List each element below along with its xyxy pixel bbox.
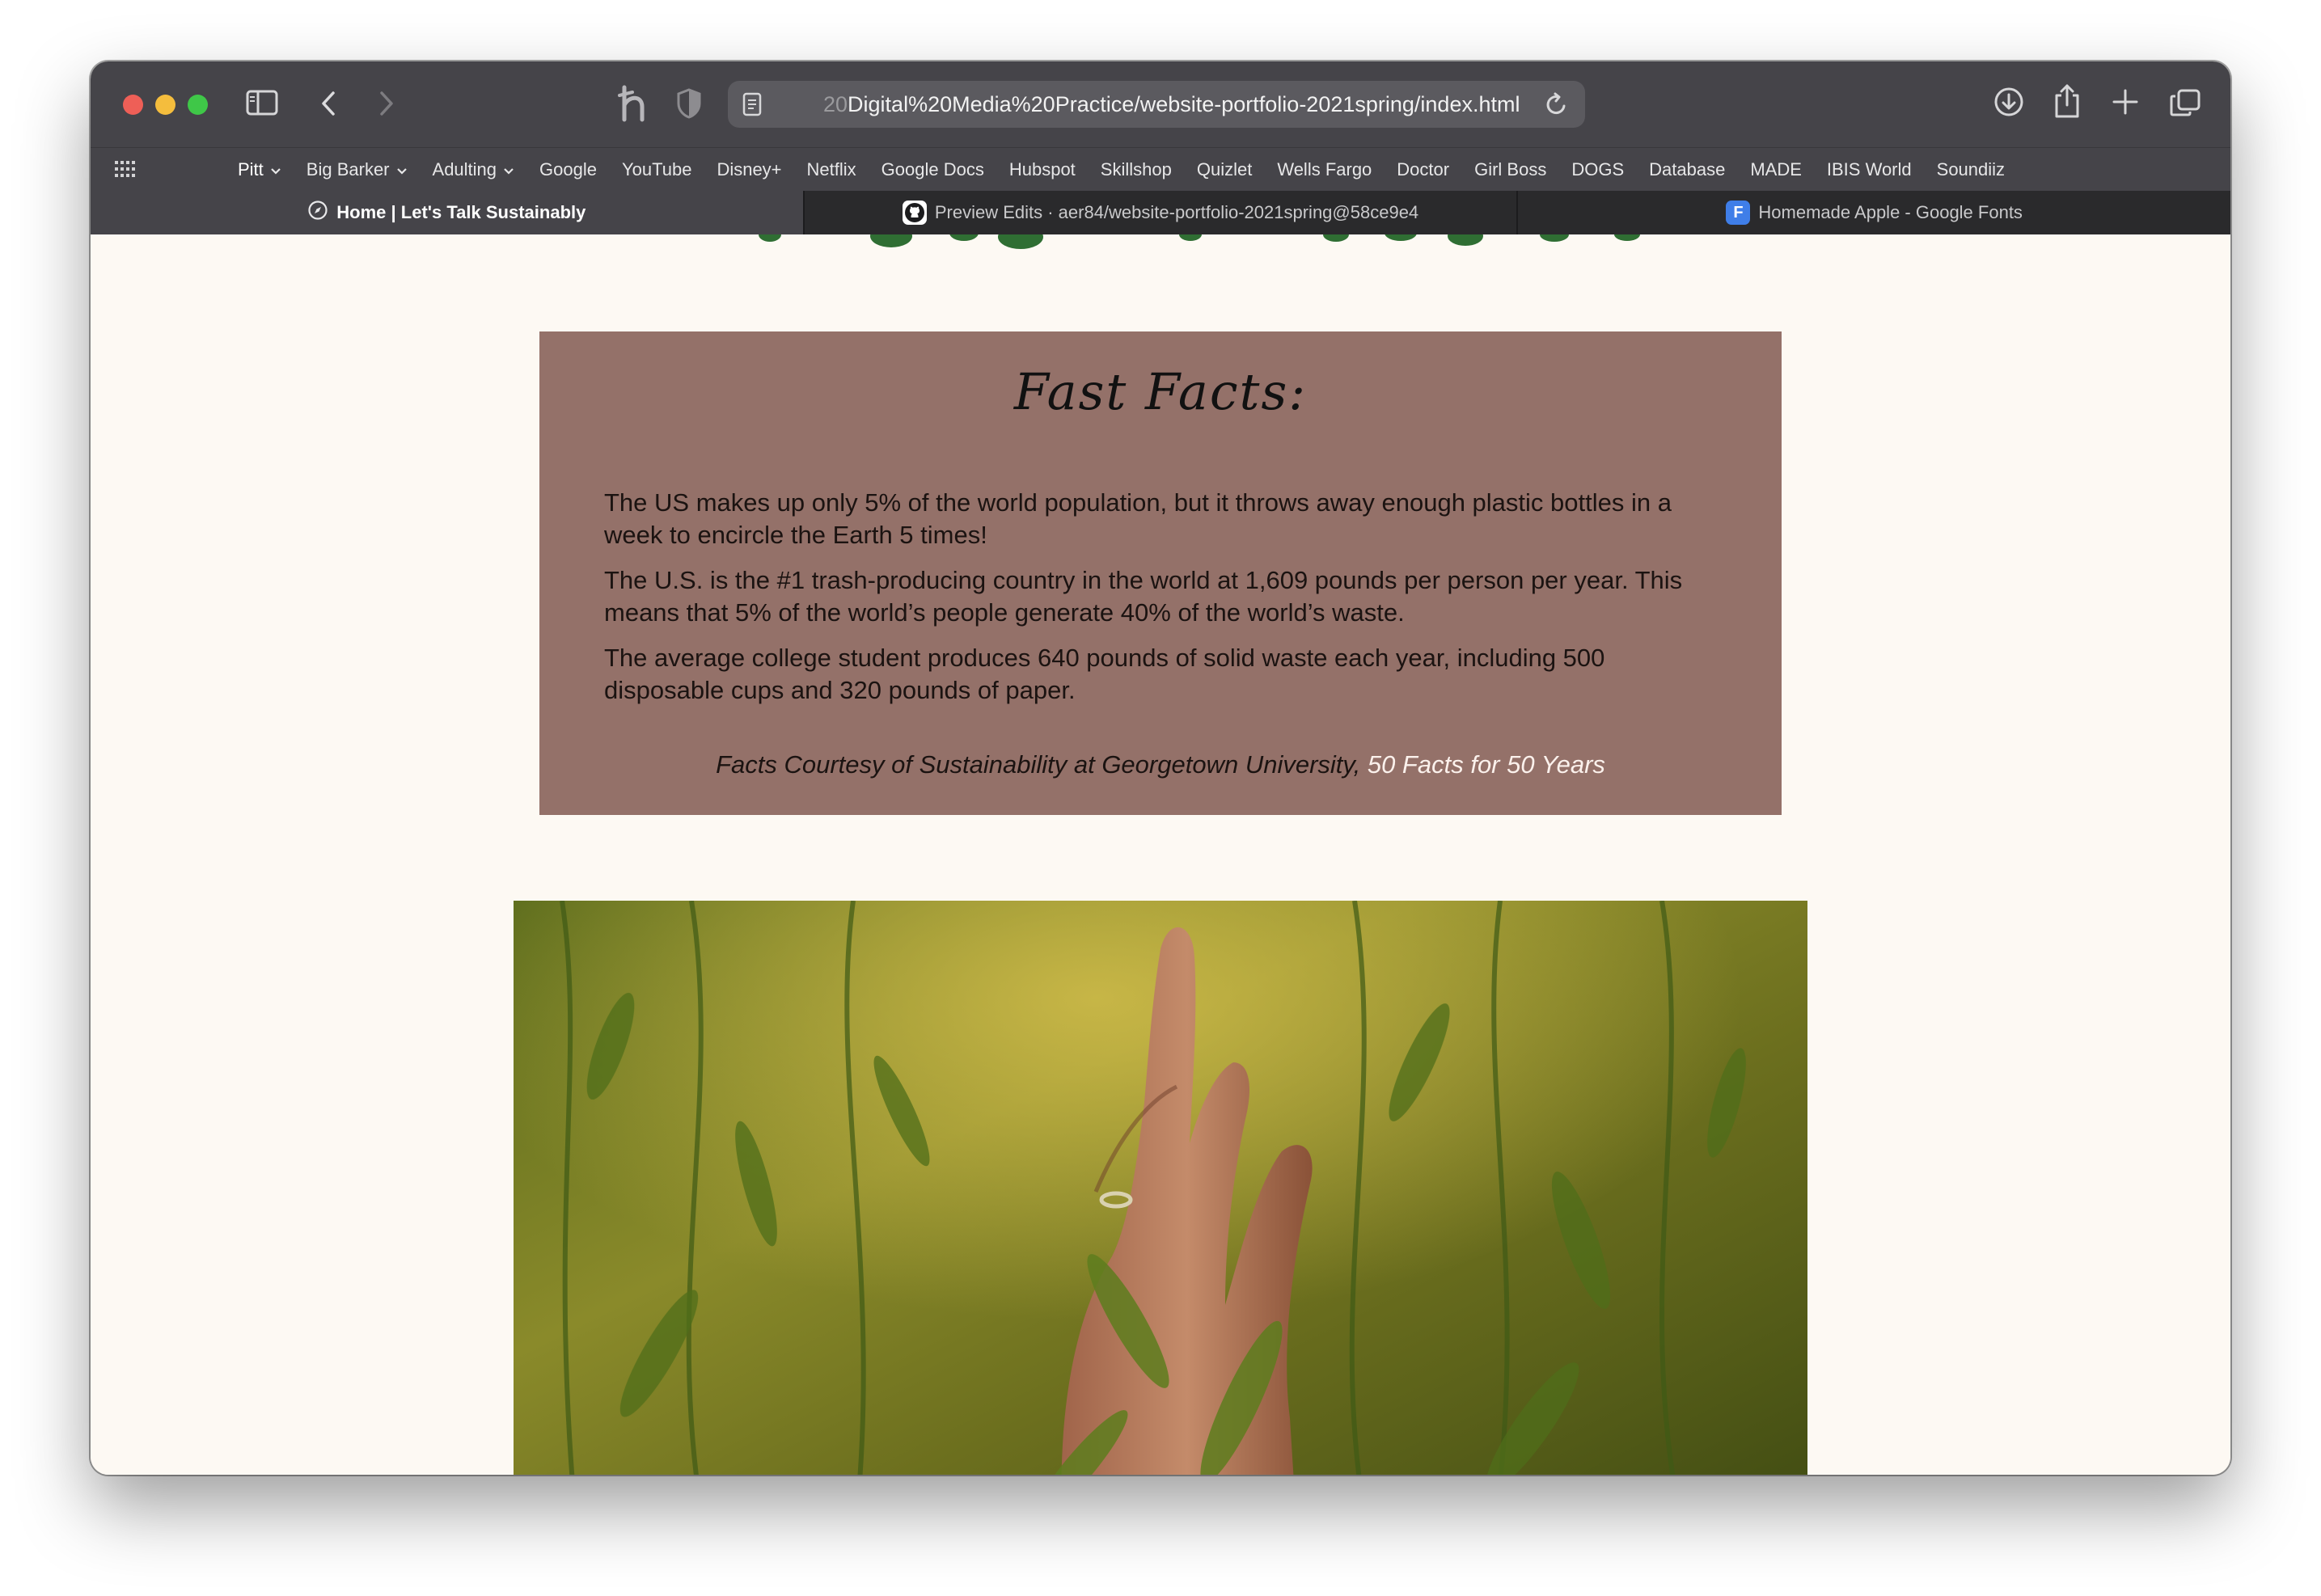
bookmark-adulting[interactable]: Adulting [433,159,515,180]
fast-facts-section: Fast Facts: The US makes up only 5% of t… [539,331,1782,815]
bookmark-youtube[interactable]: YouTube [622,159,691,180]
bookmark-label: Adulting [432,159,497,179]
tab-google-fonts[interactable]: F Homemade Apple - Google Fonts [1516,191,2230,234]
tab-title: Preview Edits · aer84/website-portfolio-… [934,202,1419,222]
bookmark-google-docs[interactable]: Google Docs [881,159,984,180]
url-prefix: 20 [823,92,848,116]
page-content: Fast Facts: The US makes up only 5% of t… [91,234,2230,1475]
bookmark-list: Pitt Big Barker Adulting Google YouTube … [238,148,2005,192]
bookmark-skillshop[interactable]: Skillshop [1101,159,1172,180]
bookmark-quizlet[interactable]: Quizlet [1197,159,1252,180]
credit-link[interactable]: 50 Facts for 50 Years [1368,750,1605,779]
bookmark-google[interactable]: Google [539,159,597,180]
apps-grid-icon[interactable] [115,161,136,183]
compass-icon [307,200,328,226]
minimize-window-button[interactable] [155,95,175,115]
honey-extension-icon[interactable] [616,84,652,123]
google-fonts-icon: F [1726,201,1751,225]
bookmark-big-barker[interactable]: Big Barker [307,159,408,180]
sidebar-toggle-icon[interactable] [246,89,278,116]
chevron-down-icon [270,159,281,180]
share-icon[interactable] [2053,82,2082,120]
tab-bar: Home | Let's Talk Sustainably Preview Ed… [91,191,2230,234]
address-bar[interactable]: 20Digital%20Media%20Practice/website-por… [728,81,1585,128]
fact-item: The average college student produces 640… [604,644,1605,704]
bookmark-girl-boss[interactable]: Girl Boss [1474,159,1546,180]
chevron-down-icon [396,159,408,180]
tab-preview-edits[interactable]: Preview Edits · aer84/website-portfolio-… [802,191,1517,234]
bookmarks-bar: Pitt Big Barker Adulting Google YouTube … [91,147,2230,192]
tab-home[interactable]: Home | Let's Talk Sustainably [91,191,803,234]
bookmark-made[interactable]: MADE [1750,159,1802,180]
bookmark-pitt[interactable]: Pitt [238,159,281,180]
forward-icon[interactable] [375,89,396,118]
bookmark-ibis-world[interactable]: IBIS World [1827,159,1912,180]
browser-toolbar: 20Digital%20Media%20Practice/website-por… [91,61,2230,147]
bookmark-soundiiz[interactable]: Soundiiz [1937,159,2005,180]
bookmark-doctor[interactable]: Doctor [1397,159,1449,180]
tab-overview-icon[interactable] [2169,87,2201,118]
credit-text: Facts Courtesy of Sustainability at Geor… [716,750,1368,779]
chevron-down-icon [503,159,514,180]
bookmark-database[interactable]: Database [1649,159,1725,180]
reload-icon[interactable] [1545,91,1569,117]
hand-in-willow-leaves-image [514,901,1807,1475]
close-window-button[interactable] [123,95,143,115]
fast-facts-title: Fast Facts: [1013,362,1308,421]
vine-decoration [657,234,1870,261]
zoom-window-button[interactable] [188,95,208,115]
tab-title: Homemade Apple - Google Fonts [1758,202,2023,222]
facts-credit: Facts Courtesy of Sustainability at Geor… [539,750,1782,779]
bookmark-hubspot[interactable]: Hubspot [1009,159,1076,180]
tab-title: Home | Let's Talk Sustainably [336,202,586,222]
bookmark-wells-fargo[interactable]: Wells Fargo [1277,159,1372,180]
fact-item: The US makes up only 5% of the world pop… [604,488,1672,549]
bookmark-label: Pitt [238,159,264,179]
page-icon [742,92,762,116]
github-icon [902,201,927,225]
new-tab-icon[interactable] [2111,87,2140,116]
bookmark-netflix[interactable]: Netflix [807,159,856,180]
bookmark-label: Big Barker [306,159,390,179]
bookmark-dogs[interactable]: DOGS [1571,159,1624,180]
url-text[interactable]: 20Digital%20Media%20Practice/website-por… [823,91,1535,117]
browser-window: 20Digital%20Media%20Practice/website-por… [91,61,2230,1475]
downloads-icon[interactable] [1993,86,2025,118]
url-main: Digital%20Media%20Practice/website-portf… [848,92,1520,116]
back-icon[interactable] [319,89,340,118]
privacy-shield-icon[interactable] [676,87,702,120]
bookmark-disney-plus[interactable]: Disney+ [717,159,781,180]
fact-list: The US makes up only 5% of the world pop… [604,487,1728,720]
fact-item: The U.S. is the #1 trash-producing count… [604,566,1683,627]
